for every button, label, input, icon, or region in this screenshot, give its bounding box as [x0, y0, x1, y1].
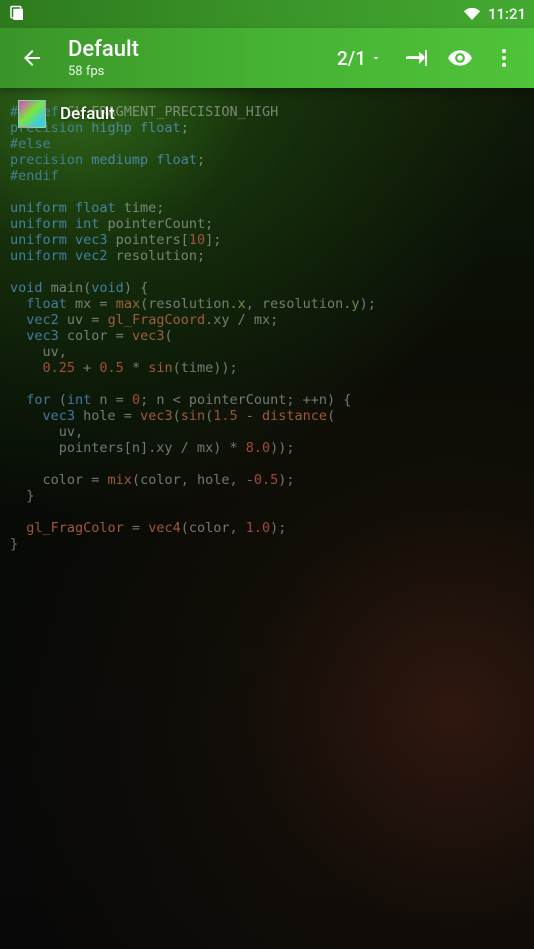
- code-token: 1.5: [213, 408, 237, 424]
- code-token: mx =: [67, 296, 116, 312]
- code-token: (time));: [173, 360, 238, 376]
- code-token: );: [278, 472, 294, 488]
- code-token: uv,: [10, 424, 83, 440]
- code-token: 0.25: [43, 360, 76, 376]
- shader-source-editor[interactable]: #ifdef GL_FRAGMENT_PRECISION_HIGH precis…: [0, 0, 534, 949]
- code-token: -: [238, 408, 262, 424]
- page-title: Default: [68, 37, 337, 62]
- code-token: uv =: [59, 312, 108, 328]
- code-token: color =: [59, 328, 132, 344]
- code-token: precision: [10, 152, 91, 168]
- code-token: (: [51, 392, 67, 408]
- code-token: , resolution: [246, 296, 344, 312]
- code-token: for: [10, 392, 51, 408]
- code-token: n =: [91, 392, 132, 408]
- back-button[interactable]: [12, 38, 52, 78]
- code-token: hole =: [75, 408, 140, 424]
- code-token: mix: [108, 472, 132, 488]
- quality-value: 2/1: [337, 47, 366, 70]
- code-token: uniform: [10, 248, 75, 264]
- code-token: );: [270, 520, 286, 536]
- code-token: .x: [229, 296, 245, 312]
- code-token: uniform: [10, 200, 75, 216]
- overflow-menu-button[interactable]: [482, 36, 526, 80]
- shader-name-label: Default: [60, 104, 115, 124]
- code-token: [10, 360, 43, 376]
- code-token: 0: [132, 392, 140, 408]
- code-token: (: [164, 328, 172, 344]
- code-token: max: [116, 296, 140, 312]
- code-token: ));: [270, 440, 294, 456]
- code-token: int: [67, 392, 91, 408]
- code-token: ;: [197, 152, 205, 168]
- code-token: float: [10, 296, 67, 312]
- code-token: ];: [205, 232, 221, 248]
- code-token: uv,: [10, 344, 67, 360]
- code-token: resolution;: [108, 248, 206, 264]
- code-token: main(: [43, 280, 92, 296]
- shader-thumbnail: [18, 100, 46, 128]
- code-token: (color, hole, -: [132, 472, 254, 488]
- code-token: .y: [343, 296, 359, 312]
- code-token: vec3: [132, 328, 165, 344]
- code-token: (color,: [181, 520, 246, 536]
- code-token: (: [327, 408, 335, 424]
- app-bar: Default 58 fps 2/1: [0, 28, 534, 88]
- shader-header-overlay: Default: [0, 88, 534, 128]
- code-token: vec3: [75, 232, 108, 248]
- code-token: mediump: [91, 152, 148, 168]
- code-token: ; n < pointerCount; ++n) {: [140, 392, 351, 408]
- code-token: 8.0: [246, 440, 270, 456]
- title-block: Default 58 fps: [68, 37, 337, 79]
- code-token: time;: [116, 200, 165, 216]
- code-token: gl_FragCoord: [108, 312, 206, 328]
- code-token: =: [124, 520, 148, 536]
- code-token: distance: [262, 408, 327, 424]
- code-token: sin: [148, 360, 172, 376]
- code-token: gl_FragColor: [10, 520, 124, 536]
- code-token: vec2: [75, 248, 108, 264]
- code-token: vec2: [10, 312, 59, 328]
- code-token: color =: [10, 472, 108, 488]
- code-token: }: [10, 536, 18, 552]
- code-token: 1.0: [246, 520, 270, 536]
- code-token: .xy / mx;: [205, 312, 278, 328]
- code-token: pointers[n].xy / mx) *: [10, 440, 246, 456]
- status-bar: 11:21: [0, 0, 534, 28]
- code-token: vec3: [10, 408, 75, 424]
- status-clock: 11:21: [488, 5, 526, 23]
- code-token: vec3: [140, 408, 173, 424]
- code-token: void: [91, 280, 124, 296]
- code-token: pointerCount;: [99, 216, 213, 232]
- code-token: pointers[: [108, 232, 189, 248]
- code-token: uniform: [10, 232, 75, 248]
- code-token: int: [75, 216, 99, 232]
- code-token: ) {: [124, 280, 148, 296]
- code-token: 10: [189, 232, 205, 248]
- code-token: uniform: [10, 216, 75, 232]
- chevron-down-icon: [370, 52, 382, 64]
- code-token: #endif: [10, 168, 59, 184]
- code-token: float: [75, 200, 116, 216]
- code-token: 0.5: [99, 360, 123, 376]
- code-token: 0.5: [254, 472, 278, 488]
- code-token: float: [148, 152, 197, 168]
- code-token: }: [10, 488, 34, 504]
- wifi-icon: [462, 6, 482, 22]
- code-token: *: [124, 360, 148, 376]
- code-token: +: [75, 360, 99, 376]
- quality-spinner[interactable]: 2/1: [337, 47, 382, 70]
- code-token: (resolution: [140, 296, 229, 312]
- code-token: vec4: [148, 520, 181, 536]
- code-token: void: [10, 280, 43, 296]
- fps-subtitle: 58 fps: [68, 64, 337, 79]
- code-token: #else: [10, 136, 51, 152]
- preview-visibility-button[interactable]: [438, 36, 482, 80]
- code-token: sin: [181, 408, 205, 424]
- tab-button[interactable]: [394, 36, 438, 80]
- recent-apps-icon: [8, 5, 26, 23]
- code-token: (: [173, 408, 181, 424]
- code-token: vec3: [10, 328, 59, 344]
- code-token: );: [360, 296, 376, 312]
